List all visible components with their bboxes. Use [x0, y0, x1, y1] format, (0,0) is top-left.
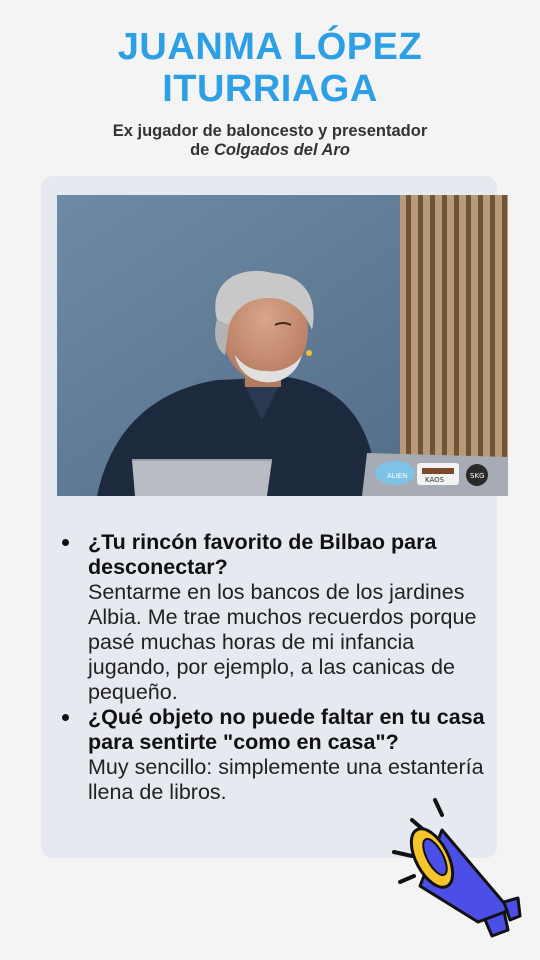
page-title: JUANMA LÓPEZ ITURRIAGA — [0, 26, 540, 110]
title-line-2: ITURRIAGA — [162, 68, 378, 110]
qa-list: ¿Tu rincón favorito de Bilbao para desco… — [62, 530, 502, 805]
photo-illustration: ALIEN KAOS SKG — [57, 195, 508, 496]
page-subtitle: Ex jugador de baloncesto y presentador d… — [0, 122, 540, 160]
portrait-photo: ALIEN KAOS SKG — [57, 195, 508, 496]
question-2: ¿Qué objeto no puede faltar en tu casa p… — [88, 705, 485, 754]
title-line-1: JUANMA LÓPEZ — [117, 26, 423, 68]
subtitle-prefix: de — [190, 141, 210, 159]
answer-1: Sentarme en los bancos de los jardines A… — [88, 580, 477, 704]
sticker-alien: ALIEN — [387, 472, 407, 480]
megaphone-icon — [392, 798, 522, 938]
question-1: ¿Tu rincón favorito de Bilbao para desco… — [88, 530, 437, 579]
show-name: Colgados del Aro — [213, 141, 350, 159]
qa-item: ¿Tu rincón favorito de Bilbao para desco… — [62, 530, 502, 705]
subtitle-line-1: Ex jugador de baloncesto y presentador — [112, 122, 428, 140]
subtitle-line-2: de Colgados del Aro — [0, 141, 540, 160]
sticker-skg: SKG — [470, 472, 484, 480]
sticker-kaos: KAOS — [425, 476, 445, 484]
